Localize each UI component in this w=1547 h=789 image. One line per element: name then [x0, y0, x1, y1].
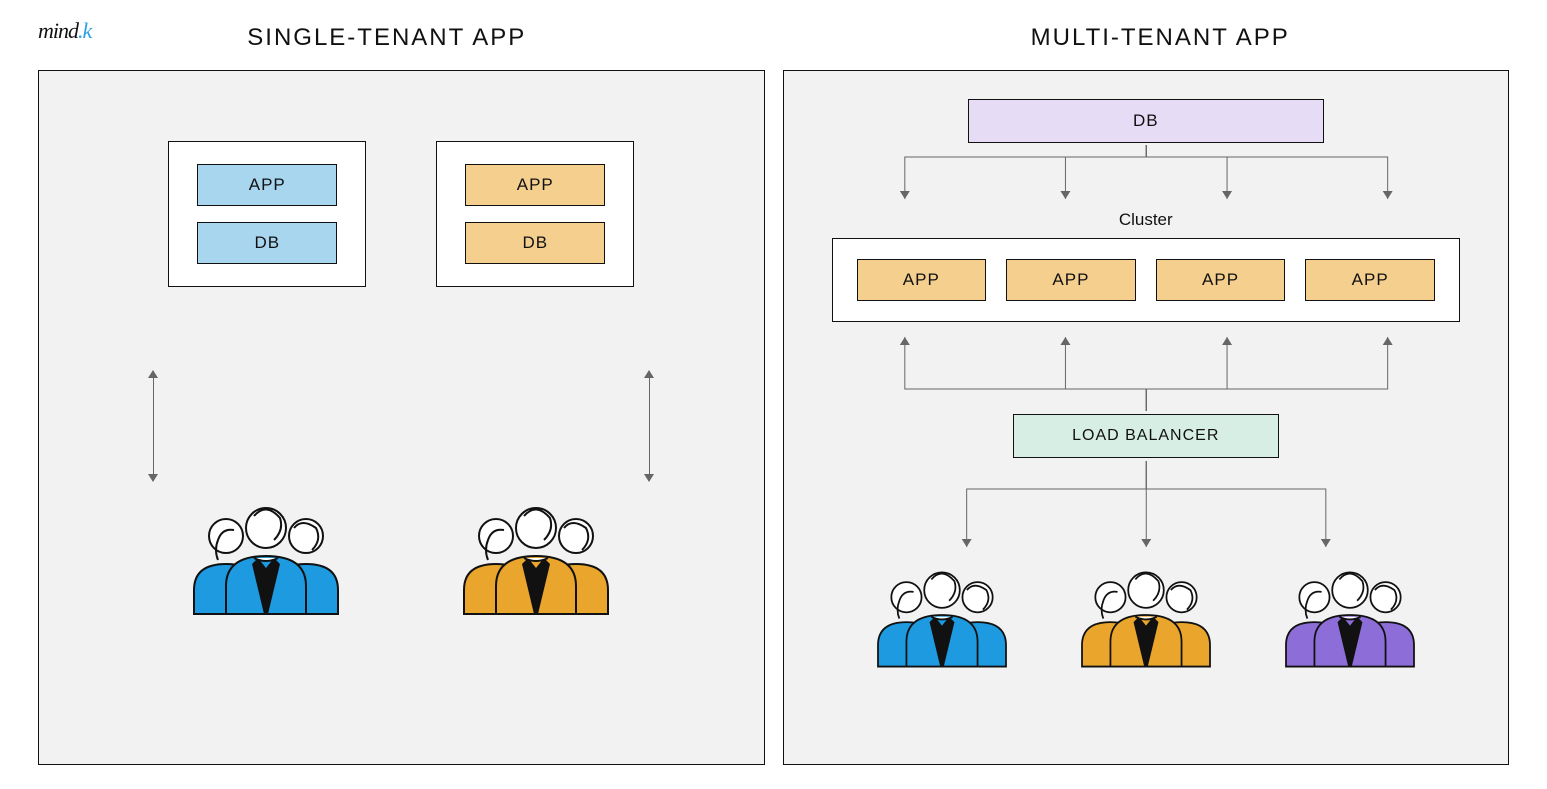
- app-box: APP: [465, 164, 605, 206]
- multi-tenant-people: [784, 561, 1509, 669]
- shared-db: DB: [968, 99, 1324, 143]
- load-balancer: LOAD BALANCER: [1013, 414, 1279, 458]
- app-box: APP: [1006, 259, 1136, 301]
- tenant-group-icon-blue: [176, 496, 356, 616]
- db-box: DB: [465, 222, 605, 264]
- db-to-cluster-arrows: [832, 145, 1461, 207]
- tenant-group-icon-amber: [1066, 561, 1226, 669]
- app-box: APP: [1156, 259, 1286, 301]
- app-box: APP: [1305, 259, 1435, 301]
- title-single-tenant: SINGLE-TENANT APP: [0, 24, 774, 52]
- title-multi-tenant: MULTI-TENANT APP: [774, 24, 1547, 52]
- panels: APP DB APP DB DB: [38, 70, 1509, 765]
- single-tenant-stacks: APP DB APP DB: [39, 141, 764, 287]
- tenant-stack-2: APP DB: [436, 141, 634, 287]
- multi-tenant-panel: DB Cluster APP APP: [783, 70, 1510, 765]
- bidirectional-arrow-icon: [153, 371, 154, 481]
- app-box: APP: [197, 164, 337, 206]
- single-tenant-arrows: [39, 371, 764, 481]
- db-box: DB: [968, 99, 1324, 143]
- app-box: APP: [857, 259, 987, 301]
- lb-to-cluster-arrows: [832, 329, 1461, 411]
- lb-to-tenants-arrows: [832, 461, 1461, 555]
- tenant-stack-1: APP DB: [168, 141, 366, 287]
- load-balancer-box: LOAD BALANCER: [1013, 414, 1279, 458]
- tenant-group-icon-blue: [862, 561, 1022, 669]
- cluster-label: Cluster: [784, 210, 1509, 230]
- db-box: DB: [197, 222, 337, 264]
- titles-row: SINGLE-TENANT APP MULTI-TENANT APP: [0, 24, 1547, 52]
- tenant-group-icon-purple: [1270, 561, 1430, 669]
- single-tenant-panel: APP DB APP DB: [38, 70, 765, 765]
- cluster-box: APP APP APP APP: [832, 238, 1461, 322]
- bidirectional-arrow-icon: [649, 371, 650, 481]
- single-tenant-people: [39, 496, 764, 616]
- tenant-group-icon-amber: [446, 496, 626, 616]
